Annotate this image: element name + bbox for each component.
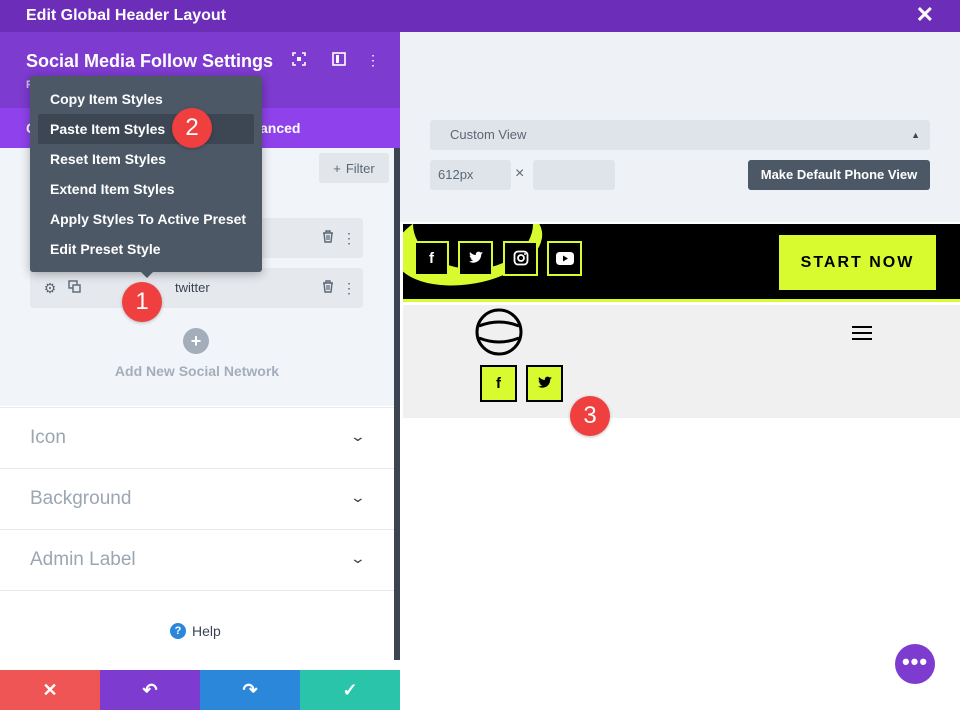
help-icon: ? xyxy=(170,623,186,639)
section-background[interactable]: Background ⌄ xyxy=(0,468,394,529)
trash-icon[interactable] xyxy=(320,280,336,296)
builder-canvas: Custom View ▲▼ 612px × Make Default Phon… xyxy=(400,32,960,710)
chevron-down-icon: ⌄ xyxy=(349,489,367,505)
filter-button[interactable]: + Filter xyxy=(319,153,389,183)
chevron-down-icon: ⌄ xyxy=(349,428,367,444)
viewport-controls: Custom View ▲▼ 612px × Make Default Phon… xyxy=(400,32,960,222)
app-root: Edit Global Header Layout ✕ Social Media… xyxy=(0,0,960,710)
more-icon[interactable]: ⋮ xyxy=(341,280,357,296)
view-select-value: Custom View xyxy=(450,127,527,142)
menu-item-extend-item-styles[interactable]: Extend Item Styles xyxy=(38,174,254,204)
divider xyxy=(0,590,394,591)
menu-item-apply-styles-to-preset[interactable]: Apply Styles To Active Preset xyxy=(38,204,254,234)
menu-item-paste-item-styles[interactable]: Paste Item Styles xyxy=(38,114,254,144)
menu-item-reset-item-styles[interactable]: Reset Item Styles xyxy=(38,144,254,174)
fullscreen-icon[interactable] xyxy=(291,52,307,68)
add-social-network-button[interactable]: + xyxy=(183,328,209,354)
youtube-icon[interactable] xyxy=(547,241,582,276)
filter-label: Filter xyxy=(345,160,375,176)
hamburger-menu-icon[interactable] xyxy=(852,326,872,342)
gear-icon[interactable]: ⚙ xyxy=(42,280,58,296)
start-now-button[interactable]: START NOW xyxy=(779,235,936,290)
list-item[interactable]: ⚙ twitter ⋮ xyxy=(30,268,363,308)
twitter-icon[interactable] xyxy=(526,365,563,402)
menu-item-edit-preset-style[interactable]: Edit Preset Style xyxy=(38,234,254,264)
section-title: Admin Label xyxy=(30,549,136,570)
panel-action-bar: ✕ ↶ ↷ ✓ xyxy=(0,670,400,710)
tab-advanced[interactable]: anced xyxy=(260,120,300,136)
section-admin-label[interactable]: Admin Label ⌄ xyxy=(0,529,394,590)
step-badge-3: 3 xyxy=(570,396,610,436)
menu-item-copy-item-styles[interactable]: Copy Item Styles xyxy=(38,84,254,114)
more-options-icon[interactable]: ⋮ xyxy=(365,52,381,68)
close-icon: ✕ xyxy=(42,679,58,700)
preview-main-header: f xyxy=(403,305,960,418)
panel-title: Social Media Follow Settings xyxy=(26,51,274,71)
builder-menu-button[interactable]: ••• xyxy=(895,644,935,684)
facebook-icon[interactable]: f xyxy=(480,365,517,402)
window-titlebar: Edit Global Header Layout ✕ xyxy=(0,0,960,32)
add-social-network-label[interactable]: Add New Social Network xyxy=(0,363,394,379)
split-view-icon[interactable] xyxy=(331,52,347,68)
facebook-icon[interactable]: f xyxy=(414,241,449,276)
undo-button[interactable]: ↶ xyxy=(100,670,200,710)
make-default-view-button[interactable]: Make Default Phone View xyxy=(748,160,930,190)
discard-button[interactable]: ✕ xyxy=(0,670,100,710)
save-button[interactable]: ✓ xyxy=(300,670,400,710)
redo-icon: ↷ xyxy=(242,679,258,700)
preview-top-header: f START NOW xyxy=(403,224,960,302)
view-select[interactable]: Custom View ▲▼ xyxy=(430,120,930,170)
step-badge-1: 1 xyxy=(122,282,162,322)
item-label: twitter xyxy=(175,280,210,295)
help-label: Help xyxy=(192,623,221,639)
trash-icon[interactable] xyxy=(320,230,336,246)
phone-preview: f START NOW f xyxy=(403,224,960,608)
close-icon[interactable]: ✕ xyxy=(916,4,934,26)
help-link[interactable]: ? Help xyxy=(170,623,221,639)
section-title: Icon xyxy=(30,427,66,448)
chevron-down-icon: ⌄ xyxy=(349,550,367,566)
step-badge-2: 2 xyxy=(172,108,212,148)
section-title: Background xyxy=(30,488,132,509)
dimension-separator: × xyxy=(515,165,525,182)
logo-icon[interactable] xyxy=(475,308,523,356)
check-icon: ✓ xyxy=(342,679,358,700)
undo-icon: ↶ xyxy=(142,679,158,700)
height-input[interactable] xyxy=(533,160,615,190)
window-title: Edit Global Header Layout xyxy=(26,7,227,24)
twitter-icon[interactable] xyxy=(458,241,493,276)
duplicate-icon[interactable] xyxy=(66,280,82,296)
item-context-menu: Copy Item Styles Paste Item Styles Reset… xyxy=(30,76,262,272)
width-input[interactable]: 612px xyxy=(430,160,511,190)
more-icon[interactable]: ⋮ xyxy=(341,230,357,246)
instagram-icon[interactable] xyxy=(503,241,538,276)
redo-button[interactable]: ↷ xyxy=(200,670,300,710)
section-icon[interactable]: Icon ⌄ xyxy=(0,407,394,468)
plus-icon: + xyxy=(333,160,341,176)
menu-pointer xyxy=(139,270,155,278)
